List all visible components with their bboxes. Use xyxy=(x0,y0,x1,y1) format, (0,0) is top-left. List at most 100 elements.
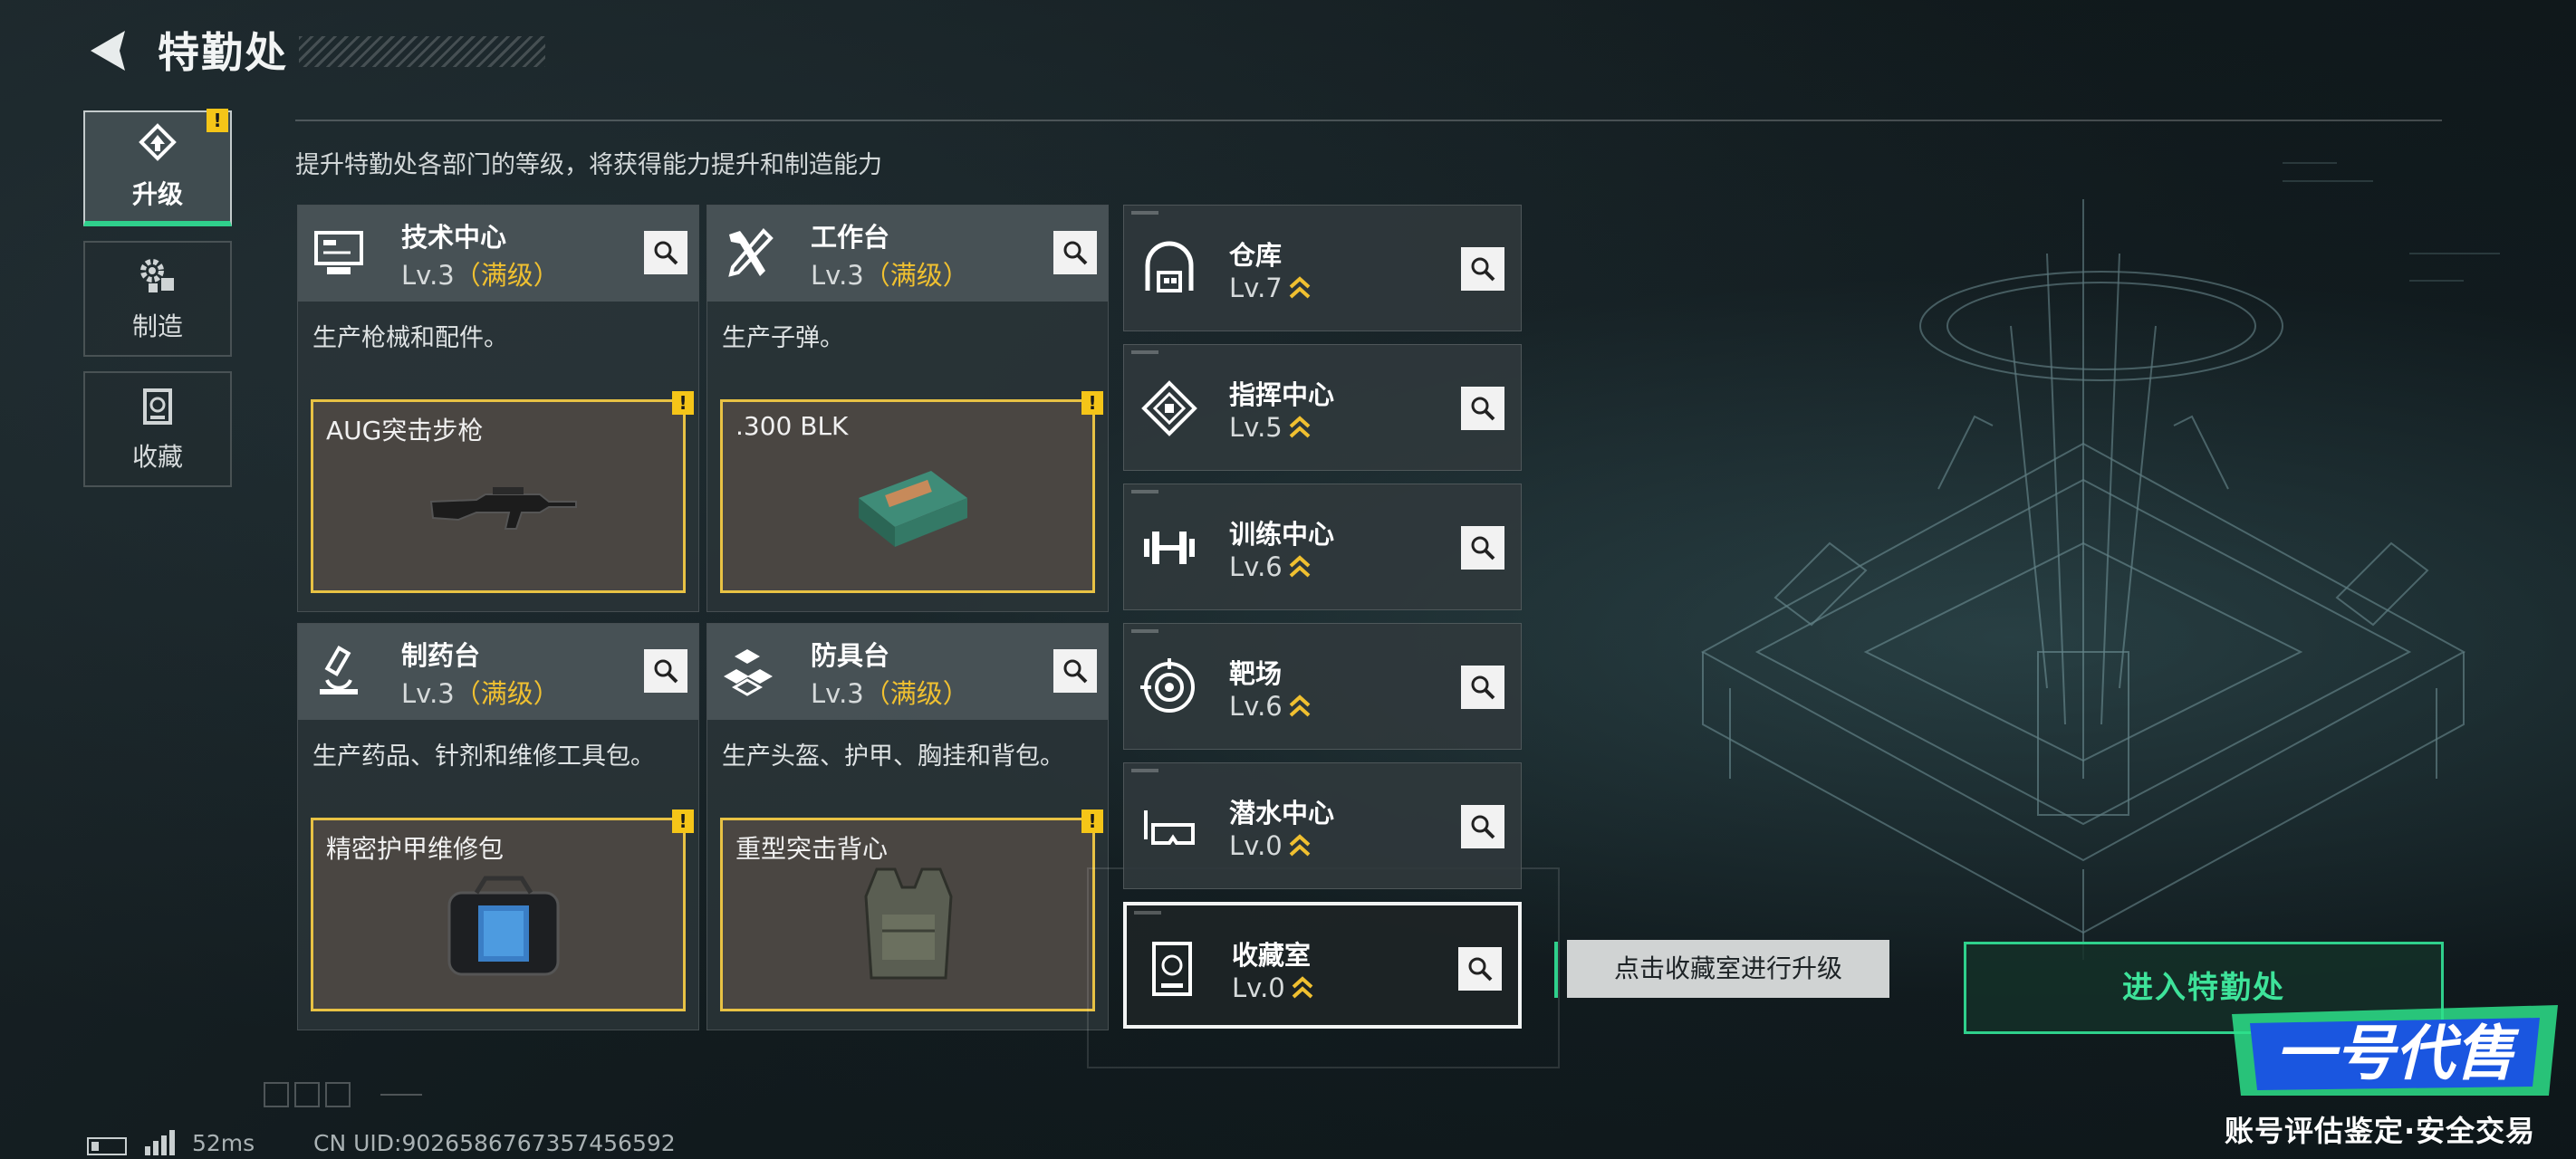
facility-name: 潜水中心 xyxy=(1229,798,1335,829)
search-icon xyxy=(1471,815,1495,839)
divider xyxy=(295,120,2442,121)
department-card-workbench[interactable]: 工作台 Lv.3（满级） 生产子弹。 .300 BLK ! xyxy=(706,205,1109,612)
department-description: 生产药品、针剂和维修工具包。 xyxy=(312,742,655,771)
repair-kit-icon xyxy=(447,876,560,976)
corner-mark xyxy=(1131,350,1158,354)
user-uid: CN UID:9026586767357456592 xyxy=(313,1130,676,1156)
search-icon xyxy=(1471,675,1495,700)
department-level: Lv.3（满级） xyxy=(401,678,560,709)
upgrade-chevron-icon xyxy=(1289,555,1311,578)
back-arrow-icon[interactable] xyxy=(83,25,134,76)
armor-blocks-icon xyxy=(724,649,773,696)
craft-item-slot[interactable]: .300 BLK ! xyxy=(720,391,1103,593)
department-card-pharmacy[interactable]: 制药台 Lv.3（满级） 生产药品、针剂和维修工具包。 精密护甲维修包 ! xyxy=(297,623,699,1030)
search-icon xyxy=(1471,536,1495,560)
diving-mask-icon xyxy=(1144,810,1195,845)
facility-level: Lv.0 xyxy=(1229,830,1312,861)
facility-level: Lv.7 xyxy=(1229,273,1312,303)
item-name: 精密护甲维修包 xyxy=(326,834,505,864)
facility-diving-center[interactable]: 潜水中心 Lv.0 xyxy=(1123,762,1522,889)
department-level: Lv.3（满级） xyxy=(811,260,969,291)
ping-readout: 52ms xyxy=(192,1130,255,1156)
department-description: 生产枪械和配件。 xyxy=(312,324,508,352)
computer-icon xyxy=(314,231,363,274)
facility-level: Lv.6 xyxy=(1229,551,1312,582)
department-description: 生产子弹。 xyxy=(722,324,844,352)
corner-mark xyxy=(1131,490,1158,493)
card-header: 防具台 Lv.3（满级） xyxy=(707,624,1108,720)
facility-name: 仓库 xyxy=(1229,240,1283,271)
battery-icon xyxy=(87,1137,127,1155)
upgrade-chevron-icon xyxy=(1292,976,1313,999)
facility-level: Lv.5 xyxy=(1229,412,1312,443)
craft-item-slot[interactable]: 重型突击背心 ! xyxy=(720,809,1103,1011)
inspect-button[interactable] xyxy=(1458,947,1502,991)
corner-mark xyxy=(1131,211,1158,215)
craft-item-slot[interactable]: 精密护甲维修包 ! xyxy=(311,809,694,1011)
alert-badge: ! xyxy=(672,391,694,415)
tab-upgrade[interactable]: 升级 ! xyxy=(83,109,232,226)
facility-command-center[interactable]: 指挥中心 Lv.5 xyxy=(1123,344,1522,471)
upgrade-tooltip: 点击收藏室进行升级 xyxy=(1567,940,1889,998)
collection-icon xyxy=(143,388,172,425)
search-icon xyxy=(1471,397,1495,421)
inspect-button[interactable] xyxy=(1053,649,1097,693)
item-name: .300 BLK xyxy=(735,411,849,441)
search-icon xyxy=(1063,659,1088,684)
inspect-button[interactable] xyxy=(1461,526,1504,570)
facility-name: 收藏室 xyxy=(1232,940,1312,971)
search-icon xyxy=(1063,241,1088,265)
rifle-icon xyxy=(429,487,577,530)
collection-room-icon xyxy=(1152,942,1192,996)
facility-shooting-range[interactable]: 靶场 Lv.6 xyxy=(1123,623,1522,750)
command-icon xyxy=(1141,380,1197,436)
search-icon xyxy=(654,241,678,265)
warehouse-icon xyxy=(1145,241,1194,292)
watermark-tagline: 账号评估鉴定·安全交易 xyxy=(2225,1114,2536,1148)
department-name: 技术中心 xyxy=(401,222,507,253)
facility-level: Lv.6 xyxy=(1229,691,1312,722)
facility-level: Lv.0 xyxy=(1232,972,1314,1003)
upgrade-chevron-icon xyxy=(1289,276,1311,299)
department-name: 制药台 xyxy=(401,640,481,671)
tab-collection[interactable]: 收藏 xyxy=(83,371,232,487)
facility-training-center[interactable]: 训练中心 Lv.6 xyxy=(1123,484,1522,610)
target-icon xyxy=(1140,658,1195,713)
inspect-button[interactable] xyxy=(1461,805,1504,848)
search-icon xyxy=(1471,257,1495,282)
upgrade-chevron-icon xyxy=(1289,694,1311,717)
watermark-logo: 一号代售 xyxy=(2232,1005,2558,1096)
card-header: 制药台 Lv.3（满级） xyxy=(298,624,698,720)
footer-decoration xyxy=(264,1082,422,1107)
tab-craft-label: 制造 xyxy=(131,311,183,341)
inspect-button[interactable] xyxy=(644,231,687,274)
inspect-button[interactable] xyxy=(644,649,687,693)
inspect-button[interactable] xyxy=(1461,387,1504,430)
department-level: Lv.3（满级） xyxy=(401,260,560,291)
inspect-button[interactable] xyxy=(1461,247,1504,291)
subtitle: 提升特勤处各部门的等级，将获得能力提升和制造能力 xyxy=(295,151,882,179)
facility-collection-room[interactable]: 收藏室 Lv.0 xyxy=(1123,902,1522,1029)
inspect-button[interactable] xyxy=(1053,231,1097,274)
upgrade-chevron-icon xyxy=(1289,416,1311,438)
item-name: AUG突击步枪 xyxy=(326,416,484,445)
department-name: 工作台 xyxy=(811,222,890,253)
title-decoration xyxy=(299,36,545,67)
card-header: 技术中心 Lv.3（满级） xyxy=(298,206,698,302)
vest-icon xyxy=(864,867,953,980)
facility-name: 训练中心 xyxy=(1229,519,1335,550)
page-title: 特勤处 xyxy=(158,28,288,77)
department-card-armor-bench[interactable]: 防具台 Lv.3（满级） 生产头盔、护甲、胸挂和背包。 重型突击背心 ! xyxy=(706,623,1109,1030)
inspect-button[interactable] xyxy=(1461,666,1504,709)
craft-item-slot[interactable]: AUG突击步枪 ! xyxy=(311,391,694,593)
department-description: 生产头盔、护甲、胸挂和背包。 xyxy=(722,742,1064,771)
corner-mark xyxy=(1131,769,1158,772)
microscope-icon xyxy=(320,646,358,694)
dumbbell-icon xyxy=(1144,532,1195,564)
card-header: 工作台 Lv.3（满级） xyxy=(707,206,1108,302)
tab-craft[interactable]: 制造 xyxy=(83,241,232,357)
signal-icon xyxy=(145,1130,175,1155)
facility-warehouse[interactable]: 仓库 Lv.7 xyxy=(1123,205,1522,331)
upgrade-icon xyxy=(139,123,177,161)
department-card-tech-center[interactable]: 技术中心 Lv.3（满级） 生产枪械和配件。 AUG突击步枪 ! xyxy=(297,205,699,612)
